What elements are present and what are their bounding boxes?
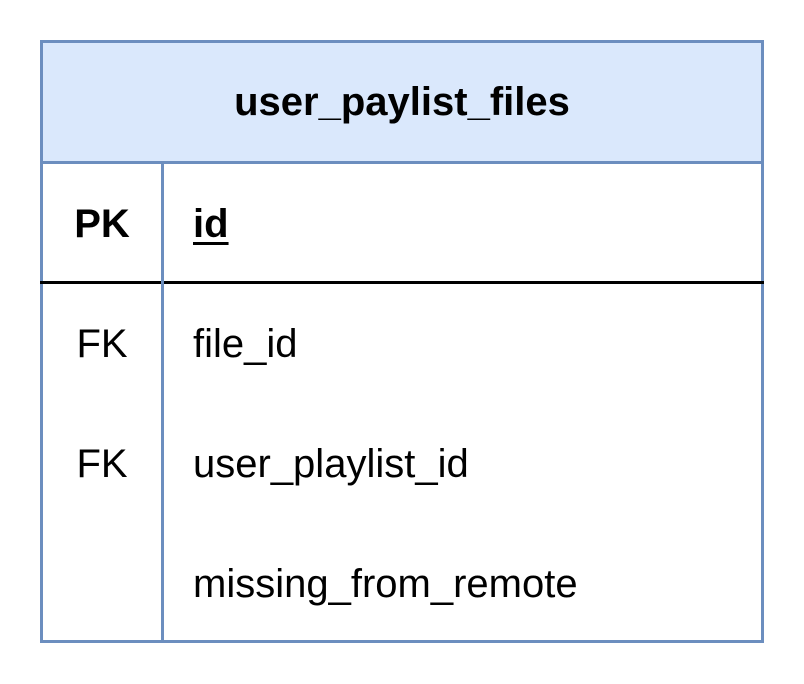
- pk-field-name: id: [193, 201, 229, 246]
- attribute-row[interactable]: FK file_id: [43, 284, 761, 404]
- fk-label: FK: [76, 441, 128, 486]
- attribute-field: user_playlist_id: [193, 441, 469, 486]
- key-label: [43, 524, 161, 644]
- attribute-row[interactable]: missing_from_remote: [43, 524, 761, 644]
- attribute-field: file_id: [193, 321, 298, 366]
- attribute-field: missing_from_remote: [193, 561, 578, 606]
- attribute-row[interactable]: FK user_playlist_id: [43, 404, 761, 524]
- pk-field: id: [193, 164, 229, 284]
- key-column-divider: [161, 164, 164, 640]
- entity-title: user_paylist_files: [234, 79, 570, 124]
- pk-label: PK: [74, 201, 130, 246]
- fk-label: FK: [76, 321, 128, 366]
- primary-key-row[interactable]: PK id: [43, 164, 761, 284]
- entity-table[interactable]: user_paylist_files PK id FK file_id FK u…: [40, 40, 764, 643]
- entity-header[interactable]: user_paylist_files: [43, 43, 761, 164]
